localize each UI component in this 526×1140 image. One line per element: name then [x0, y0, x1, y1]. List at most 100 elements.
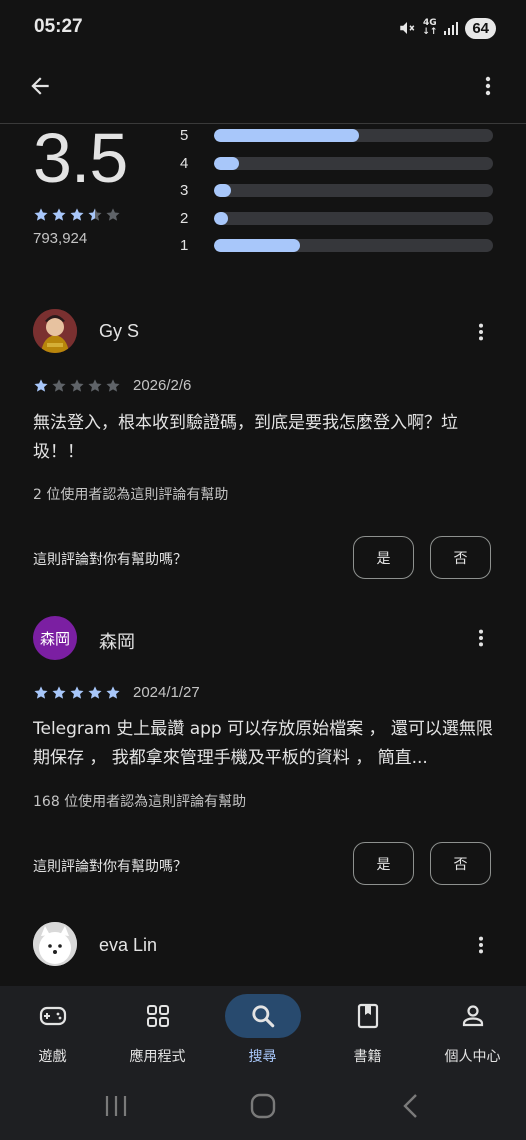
avatar[interactable]: [33, 922, 77, 966]
star-filled-icon: [106, 685, 120, 699]
nav-item-apps[interactable]: 應用程式: [105, 986, 210, 1074]
distribution-label: 5: [180, 127, 189, 145]
review-rating: 2024/1/27: [33, 684, 200, 701]
helpful-yes-button[interactable]: 是: [353, 536, 414, 579]
helpful-no-button[interactable]: 否: [430, 842, 491, 885]
avatar-image-icon: [33, 309, 77, 353]
review-more-button[interactable]: [466, 623, 496, 653]
nav-item-games[interactable]: 遊戲: [0, 986, 105, 1074]
more-options-button[interactable]: [468, 66, 508, 106]
distribution-row: 1: [180, 232, 493, 260]
review-more-button[interactable]: [466, 317, 496, 347]
star-empty-icon: [88, 378, 102, 392]
nav-item-books[interactable]: 書籍: [315, 986, 420, 1074]
distribution-row: 5: [180, 122, 493, 150]
distribution-label: 4: [180, 154, 189, 172]
avatar[interactable]: [33, 309, 77, 353]
nav-icon-container: [330, 994, 406, 1038]
star-filled-icon: [34, 685, 48, 699]
network-indicator: 4G ↓↑: [422, 18, 438, 37]
star-filled-icon: [88, 685, 102, 699]
helpful-count: 168 位使用者認為這則評論有幫助: [33, 794, 247, 810]
star-filled-icon: [70, 685, 84, 699]
distribution-row: 3: [180, 177, 493, 205]
nav-label: 個人中心: [444, 1049, 501, 1065]
star-half-icon: [88, 208, 102, 221]
distribution-label: 1: [180, 237, 189, 255]
distribution-fill: [214, 211, 228, 225]
total-ratings: 793,924: [33, 230, 88, 247]
distribution-fill: [214, 239, 301, 253]
chevron-left-icon: [403, 1094, 417, 1118]
helpful-no-button[interactable]: 否: [430, 536, 491, 579]
more-vert-icon: [478, 629, 484, 647]
battery-indicator: 64: [465, 17, 496, 39]
apps-grid-icon: [146, 1005, 169, 1027]
gamepad-icon: [39, 1006, 66, 1026]
recent-apps-icon: [105, 1096, 127, 1116]
review-rating: 2026/2/6: [33, 377, 191, 394]
star-filled-icon: [34, 378, 48, 392]
app-bar: [0, 58, 526, 114]
distribution-row: 2: [180, 205, 493, 233]
reviewer-name: eva Lin: [99, 935, 158, 955]
nav-icon-container: [435, 994, 511, 1038]
system-navigation-bar: [0, 1074, 526, 1140]
mute-icon: [400, 22, 415, 34]
star-empty-icon: [52, 378, 66, 392]
star-filled-icon: [52, 208, 66, 221]
avatar[interactable]: 森岡: [33, 616, 77, 660]
distribution-label: 2: [180, 209, 189, 227]
distribution-track: [214, 184, 493, 198]
more-vert-icon: [485, 76, 491, 96]
reviewer-name: 森岡: [99, 632, 135, 652]
distribution-row: 4: [180, 150, 493, 178]
nav-icon-container: [224, 994, 301, 1038]
nav-label: 應用程式: [129, 1049, 186, 1065]
distribution-fill: [214, 156, 240, 170]
star-filled-icon: [52, 685, 66, 699]
person-icon: [462, 1005, 483, 1027]
helpful-yes-button[interactable]: 是: [353, 842, 414, 885]
arrow-back-icon: [31, 77, 49, 95]
system-back-button[interactable]: [400, 1093, 420, 1123]
review-more-button[interactable]: [466, 930, 496, 960]
search-icon: [251, 1005, 274, 1028]
distribution-track: [214, 211, 493, 225]
review-date: 2026/2/6: [133, 377, 192, 394]
nav-label: 書籍: [353, 1049, 382, 1065]
distribution-fill: [214, 184, 231, 198]
average-rating: 3.5: [33, 119, 128, 197]
nav-item-profile[interactable]: 個人中心: [420, 986, 525, 1074]
distribution-label: 3: [180, 182, 189, 200]
star-empty-icon: [106, 378, 120, 392]
star-filled-icon: [34, 208, 48, 221]
distribution-fill: [214, 129, 360, 143]
average-stars: [33, 207, 121, 223]
book-icon: [357, 1003, 378, 1029]
star-rating: [33, 685, 121, 701]
review-text: 無法登入，根本收到驗證碼，到底是要我怎麼登入啊？垃圾！！: [33, 413, 458, 462]
distribution-track: [214, 239, 493, 253]
more-vert-icon: [478, 323, 484, 341]
nav-icon-container: [120, 994, 196, 1038]
star-empty-icon: [70, 378, 84, 392]
distribution-track: [214, 156, 493, 170]
nav-item-search[interactable]: 搜尋: [210, 986, 315, 1074]
helpful-question: 這則評論對你有幫助嗎？: [33, 859, 187, 875]
dog-avatar-icon: [33, 922, 77, 966]
signal-icon: [444, 22, 459, 35]
rating-distribution: 5 4 3 2 1: [180, 122, 493, 260]
nav-icon-container: [15, 994, 91, 1038]
back-button[interactable]: [20, 66, 60, 106]
recent-apps-button[interactable]: [103, 1094, 129, 1122]
home-button[interactable]: [249, 1093, 277, 1123]
status-bar: 05:27 4G ↓↑ 64: [0, 0, 526, 58]
nav-label: 遊戲: [38, 1049, 67, 1065]
star-rating: [33, 378, 121, 394]
star-filled-icon: [70, 208, 84, 221]
review-date: 2024/1/27: [133, 684, 200, 701]
reviewer-name: Gy S: [99, 321, 140, 341]
status-time: 05:27: [34, 16, 83, 37]
star-empty-icon: [106, 208, 120, 221]
